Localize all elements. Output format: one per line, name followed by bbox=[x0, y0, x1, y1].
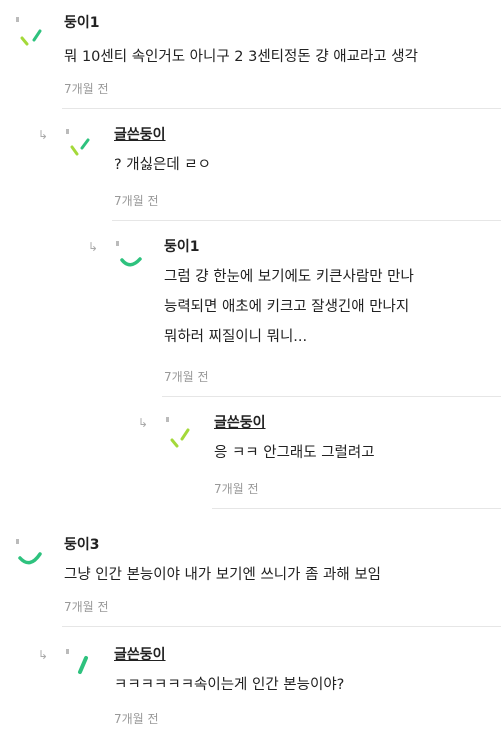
divider bbox=[212, 508, 501, 509]
comment-author[interactable]: 글쓴둥이 bbox=[214, 414, 266, 432]
comment-reply: ↳ 글쓴둥이 ㅋㅋㅋㅋㅋㅋ속이는게 인간 본능이야? 7개월 전 bbox=[38, 646, 501, 738]
comment-author[interactable]: 둥이3 bbox=[64, 536, 100, 554]
comment-author[interactable]: 글쓴둥이 bbox=[114, 646, 166, 664]
comment-body-line: 뭐하러 찌질이니 뭐니... bbox=[164, 329, 308, 345]
comment-body-line: 뭐 10센티 속인거도 아니구 2 3센티정돈 걍 애교라고 생각 bbox=[64, 49, 418, 65]
comment-time: 7개월 전 bbox=[164, 370, 209, 384]
comment-reply: ↳ 둥이1 그럼 걍 한눈에 보기에도 키큰사람만 만나 능력되면 애초에 키크… bbox=[88, 238, 501, 393]
reply-arrow-icon: ↳ bbox=[88, 240, 99, 254]
divider bbox=[62, 108, 501, 109]
comment: 둥이3 그냥 인간 본능이야 내가 보기엔 쓰니가 좀 과해 보임 7개월 전 bbox=[14, 536, 501, 631]
comment-body-line: ㅋㅋㅋㅋㅋㅋ속이는게 인간 본능이야? bbox=[114, 677, 345, 693]
reply-arrow-icon: ↳ bbox=[38, 648, 49, 662]
comment-body-line: 그냥 인간 본능이야 내가 보기엔 쓰니가 좀 과해 보임 bbox=[64, 567, 382, 583]
comment-body-line: 능력되면 애초에 키크고 잘생긴애 만나지 bbox=[164, 299, 410, 315]
avatar-icon[interactable] bbox=[14, 14, 44, 54]
comment-body: 뭐 10센티 속인거도 아니구 2 3센티정돈 걍 애교라고 생각 bbox=[64, 42, 418, 72]
comment-body-line: 그럼 걍 한눈에 보기에도 키큰사람만 만나 bbox=[164, 269, 414, 285]
divider bbox=[62, 626, 501, 627]
divider bbox=[112, 220, 501, 221]
avatar-icon[interactable] bbox=[114, 238, 144, 278]
comment-reply: ↳ 글쓴둥이 응 ㅋㅋ 안그래도 그럴려고 7개월 전 bbox=[138, 414, 501, 509]
comment-time: 7개월 전 bbox=[64, 600, 109, 614]
comment-body: ㅋㅋㅋㅋㅋㅋ속이는게 인간 본능이야? bbox=[114, 670, 344, 700]
comment-time: 7개월 전 bbox=[114, 712, 159, 726]
comment: 둥이1 뭐 10센티 속인거도 아니구 2 3센티정돈 걍 애교라고 생각 7개… bbox=[14, 14, 501, 109]
comment-body-line: ? 개싫은데 ㄹㅇ bbox=[114, 157, 211, 173]
avatar-icon[interactable] bbox=[64, 126, 94, 166]
comment-body: 그럼 걍 한눈에 보기에도 키큰사람만 만나 능력되면 애초에 키크고 잘생긴애… bbox=[164, 262, 414, 352]
comment-body: 응 ㅋㅋ 안그래도 그럴려고 bbox=[214, 438, 375, 468]
comment-author[interactable]: 둥이1 bbox=[164, 238, 200, 256]
comment-time: 7개월 전 bbox=[214, 482, 259, 496]
divider bbox=[162, 396, 501, 397]
comment-time: 7개월 전 bbox=[114, 194, 159, 208]
reply-arrow-icon: ↳ bbox=[138, 416, 149, 430]
avatar-icon[interactable] bbox=[164, 414, 194, 454]
avatar-icon[interactable] bbox=[64, 646, 94, 686]
comment-body: ? 개싫은데 ㄹㅇ bbox=[114, 150, 211, 180]
comment-time: 7개월 전 bbox=[64, 82, 109, 96]
comment-author[interactable]: 글쓴둥이 bbox=[114, 126, 166, 144]
comment-body: 그냥 인간 본능이야 내가 보기엔 쓰니가 좀 과해 보임 bbox=[64, 560, 381, 590]
comment-author[interactable]: 둥이1 bbox=[64, 14, 100, 32]
comment-body-line: 응 ㅋㅋ 안그래도 그럴려고 bbox=[214, 445, 375, 461]
avatar-icon[interactable] bbox=[14, 536, 44, 576]
reply-arrow-icon: ↳ bbox=[38, 128, 49, 142]
comment-reply: ↳ 글쓴둥이 ? 개싫은데 ㄹㅇ 7개월 전 bbox=[38, 126, 501, 221]
